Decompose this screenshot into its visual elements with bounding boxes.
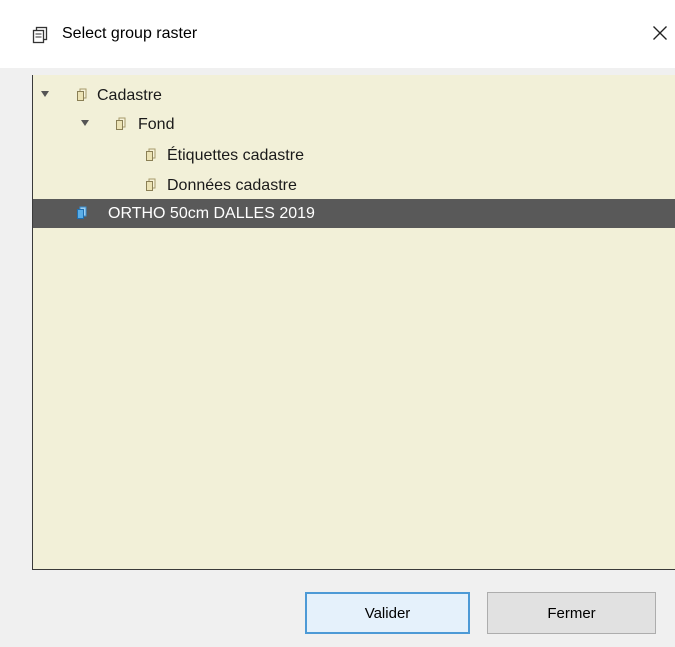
tree-item-label: Étiquettes cadastre xyxy=(167,147,304,164)
tree-item-label: Données cadastre xyxy=(167,177,297,194)
layer-group-icon xyxy=(75,88,89,102)
tree-item-cadastre[interactable]: Cadastre xyxy=(33,81,675,110)
chevron-down-icon[interactable] xyxy=(81,120,89,126)
validate-button[interactable]: Valider xyxy=(305,592,470,634)
tree-item-donnees-cadastre[interactable]: Données cadastre xyxy=(33,171,675,200)
chevron-down-icon[interactable] xyxy=(41,91,49,97)
window-title: Select group raster xyxy=(62,25,198,42)
layer-group-icon xyxy=(144,148,158,162)
title-bar: Select group raster xyxy=(0,0,675,68)
tree-item-label: Cadastre xyxy=(97,87,162,104)
layer-group-icon xyxy=(31,26,49,44)
tree-item-fond[interactable]: Fond xyxy=(33,110,675,139)
layer-group-icon xyxy=(144,178,158,192)
layer-group-icon xyxy=(114,117,128,131)
tree-item-label: Fond xyxy=(138,116,175,133)
close-button[interactable] xyxy=(645,18,675,48)
tree-item-label: ORTHO 50cm DALLES 2019 xyxy=(108,205,315,222)
tree-item-etiquettes-cadastre[interactable]: Étiquettes cadastre xyxy=(33,141,675,170)
layer-tree[interactable]: Cadastre Fond Étiquettes cadastre Donnée… xyxy=(32,75,675,570)
close-icon xyxy=(653,26,667,40)
close-dialog-button[interactable]: Fermer xyxy=(487,592,656,634)
select-group-raster-dialog: Select group raster Cadastre Fond Étique… xyxy=(0,0,675,647)
tree-item-ortho-50cm-dalles-2019[interactable]: ORTHO 50cm DALLES 2019 xyxy=(33,199,675,228)
layer-group-icon xyxy=(75,206,89,220)
